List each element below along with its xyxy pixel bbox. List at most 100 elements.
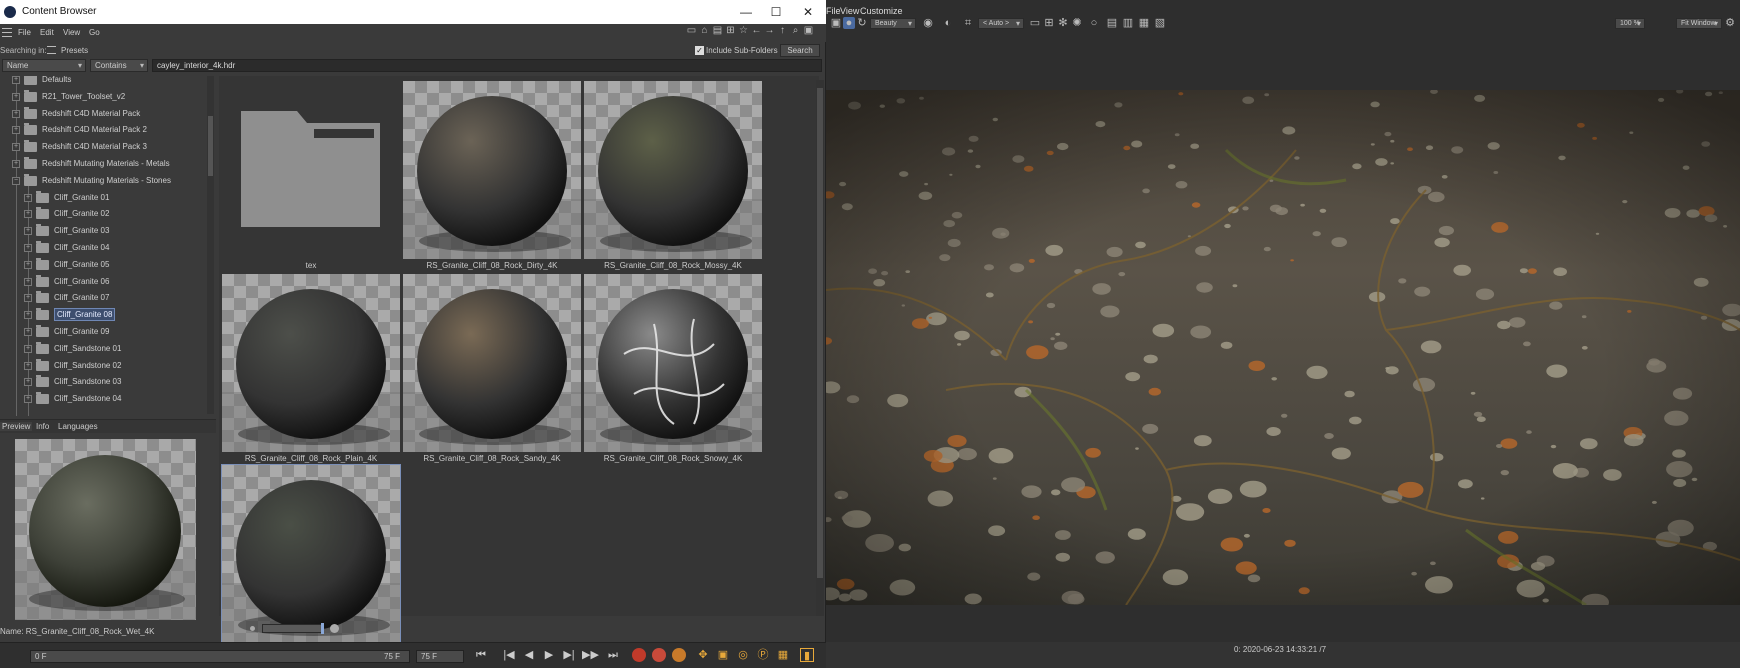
maximize-button[interactable]: ☐ [764, 3, 788, 21]
circle-options-icon[interactable]: ○ [1088, 17, 1100, 29]
expand-toggle-icon[interactable]: + [24, 277, 32, 286]
rotate-key-icon[interactable]: ◎ [736, 648, 750, 662]
end-frame-field[interactable]: 75 F [416, 650, 464, 663]
forward-arrow-icon[interactable]: → [764, 25, 775, 37]
display-options-icon[interactable]: ◉ [922, 17, 934, 29]
expand-toggle-icon[interactable]: + [12, 109, 20, 118]
expand-toggle-icon[interactable]: + [24, 260, 32, 269]
go-to-end-icon[interactable]: ⏭ [606, 648, 620, 662]
sun-icon[interactable]: ✺ [1071, 17, 1083, 29]
up-arrow-icon[interactable]: ↑ [777, 25, 788, 37]
minimize-button[interactable]: — [734, 3, 758, 21]
star-icon[interactable]: ☆ [738, 25, 749, 37]
material-tile[interactable] [403, 274, 581, 452]
expand-toggle-icon[interactable]: + [24, 395, 32, 404]
large-thumb-icon[interactable] [330, 624, 339, 633]
menu-go[interactable]: Go [89, 28, 100, 37]
search-location[interactable]: Presets [61, 46, 88, 55]
expand-toggle-icon[interactable]: + [24, 328, 32, 336]
snapshot-icon[interactable]: ◐ [942, 17, 954, 29]
catalog-icon[interactable]: ▤ [712, 25, 723, 37]
tree-item[interactable]: + R21_Tower_Toolset_v2 [0, 89, 205, 104]
settings-gear-icon[interactable]: ⚙ [1724, 17, 1736, 29]
tree-item[interactable]: + Cliff_Sandstone 03 [0, 374, 205, 389]
filter-field-dropdown[interactable]: Name [2, 59, 86, 72]
autokey-icon[interactable] [652, 648, 666, 662]
tab-info[interactable]: Info [36, 422, 49, 431]
expand-toggle-icon[interactable]: + [24, 244, 32, 252]
tree-item[interactable]: + Cliff_Granite 09 [0, 324, 205, 339]
expand-toggle-icon[interactable]: + [12, 92, 20, 101]
tree-item[interactable]: + Redshift C4D Material Pack [0, 106, 205, 121]
material-tile[interactable] [584, 274, 762, 452]
expand-toggle-icon[interactable]: + [12, 76, 20, 84]
material-tile[interactable] [222, 274, 400, 452]
material-tile[interactable] [403, 81, 581, 259]
tab-languages[interactable]: Languages [58, 422, 98, 431]
current-frame-field[interactable]: 0 F [30, 650, 410, 663]
expand-toggle-icon[interactable]: + [24, 210, 32, 219]
tree-item[interactable]: + Cliff_Granite 08 [0, 307, 205, 322]
panel-toggle-icon[interactable]: ▭ [686, 25, 697, 37]
tab-preview[interactable]: Preview [0, 422, 33, 431]
auto-dropdown[interactable]: < Auto > [978, 18, 1024, 29]
tree-item[interactable]: + Cliff_Granite 02 [0, 206, 205, 221]
menu-file[interactable]: File [18, 28, 31, 37]
tree-item[interactable]: + Cliff_Granite 06 [0, 274, 205, 289]
save-image-icon[interactable]: ▦ [1138, 17, 1150, 29]
tree-scrollbar[interactable] [207, 76, 214, 414]
record-icon[interactable] [632, 648, 646, 662]
expand-toggle-icon[interactable]: + [24, 344, 32, 353]
window-titlebar[interactable]: Content Browser — ☐ ✕ [0, 0, 826, 24]
slider-knob[interactable] [321, 623, 324, 634]
menu-view[interactable]: View [63, 28, 80, 37]
filter-operator-dropdown[interactable]: Contains [90, 59, 148, 72]
tree-item[interactable]: + Defaults [0, 76, 205, 87]
tree-item[interactable]: + Cliff_Sandstone 04 [0, 391, 205, 406]
timeline-options-icon[interactable]: ▮ [800, 648, 814, 662]
snowflake-icon[interactable]: ✻ [1057, 17, 1069, 29]
keyframe-selection-icon[interactable] [672, 648, 686, 662]
expand-toggle-icon[interactable]: + [24, 378, 32, 387]
tree-item[interactable]: + Cliff_Sandstone 02 [0, 358, 205, 373]
compare-icon[interactable]: ▤ [1106, 17, 1118, 29]
back-arrow-icon[interactable]: ← [751, 25, 762, 37]
tree-item[interactable]: + Redshift C4D Material Pack 2 [0, 122, 205, 137]
tree-item[interactable]: + Redshift C4D Material Pack 3 [0, 139, 205, 154]
tree-item[interactable]: + Cliff_Granite 05 [0, 257, 205, 272]
expand-toggle-icon[interactable]: + [12, 143, 20, 152]
tree-item[interactable]: + Cliff_Granite 01 [0, 190, 205, 205]
render-region-icon[interactable]: ▣ [830, 17, 842, 29]
next-frame-icon[interactable]: ▶| [562, 648, 576, 662]
next-key-icon[interactable]: ▶▶ [582, 648, 599, 662]
new-folder-icon[interactable]: ⊞ [725, 25, 736, 37]
aov-dropdown[interactable]: Beauty [870, 18, 916, 29]
lock-icon[interactable]: ▣ [803, 25, 814, 37]
prev-key-icon[interactable]: |◀ [502, 648, 516, 662]
tree-item[interactable]: − Redshift Mutating Materials - Stones [0, 173, 205, 188]
small-thumb-icon[interactable] [250, 626, 255, 631]
close-button[interactable]: ✕ [796, 3, 820, 21]
expand-toggle-icon[interactable]: + [24, 294, 32, 303]
copy-image-icon[interactable]: ▧ [1154, 17, 1166, 29]
tree-item[interactable]: + Cliff_Granite 03 [0, 223, 205, 238]
include-subfolders-checkbox[interactable]: ✓ [695, 46, 704, 55]
grid-scrollbar[interactable] [816, 80, 824, 616]
expand-toggle-icon[interactable]: + [24, 361, 32, 370]
pla-key-icon[interactable]: ▦ [776, 648, 790, 662]
home-icon[interactable]: ⌂ [699, 25, 710, 37]
folder-tile[interactable] [222, 81, 400, 259]
expand-toggle-icon[interactable]: + [24, 311, 32, 320]
tree-item[interactable]: + Redshift Mutating Materials - Metals [0, 156, 205, 171]
expand-toggle-icon[interactable]: − [12, 176, 20, 185]
search-input[interactable]: cayley_interior_4k.hdr [152, 59, 822, 72]
scale-key-icon[interactable]: ▣ [716, 648, 730, 662]
material-tile[interactable] [221, 464, 401, 644]
crop-icon[interactable]: ⌗ [962, 17, 974, 29]
expand-toggle-icon[interactable]: + [24, 227, 32, 236]
start-render-icon[interactable]: ● [843, 17, 855, 29]
play-icon[interactable]: ▶ [542, 648, 556, 662]
material-tile[interactable] [584, 81, 762, 259]
history-icon[interactable]: ▥ [1122, 17, 1134, 29]
expand-toggle-icon[interactable]: + [24, 193, 32, 202]
